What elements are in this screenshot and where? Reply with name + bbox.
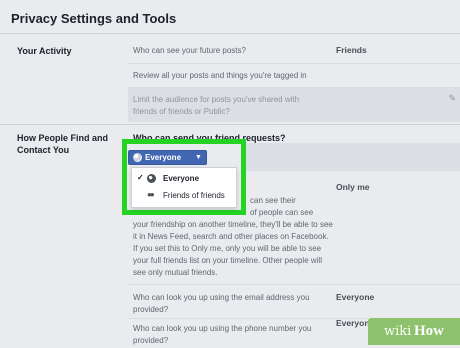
future-posts-value: Friends [336,45,367,55]
dropdown-option-label: Everyone [163,174,200,183]
section-label-your-activity: Your Activity [17,46,72,56]
checkmark-icon: ✓ [137,173,144,182]
wikihow-watermark: wiki How [368,318,460,345]
future-posts-question[interactable]: Who can see your future posts? [133,45,246,58]
row-divider [128,284,460,285]
email-lookup-question-line-1[interactable]: Who can look you up using the email addr… [133,292,310,305]
audience-dropdown-menu: ✓ Everyone ●● Friends of friends [131,167,237,208]
caret-down-icon: ▼ [195,154,202,161]
edit-pencil-icon[interactable]: ✎ [448,93,456,104]
limit-audience-line-2: friends of friends or Public? [133,107,230,116]
email-lookup-question-line-2: provided? [133,305,169,314]
audience-selector-button[interactable]: Everyone ▼ [128,150,207,165]
limit-audience-line-1: Limit the audience for posts you've shar… [133,95,300,104]
dropdown-option-everyone[interactable]: ✓ Everyone [132,171,236,187]
audience-selector-label: Everyone [145,153,182,162]
header-divider [0,33,460,34]
section-label-line-2: Contact You [17,145,70,155]
friend-list-desc-line: see only mutual friends. [133,268,218,277]
phone-lookup-question-line-2: provided? [133,336,169,345]
page-title: Privacy Settings and Tools [11,11,177,26]
friend-requests-row-shade [246,143,460,171]
row-divider [128,63,460,64]
row-divider [128,318,368,319]
globe-icon [147,174,156,183]
phone-lookup-question-line-1[interactable]: Who can look you up using the phone numb… [133,323,311,336]
friend-list-desc-fragment: of people can see [250,208,314,217]
friend-list-desc-line: If you set this to Only me, only you wil… [133,244,322,253]
people-icon: ●● [147,190,155,199]
review-posts-link[interactable]: Review all your posts and things you're … [133,70,307,83]
email-lookup-value: Everyone [336,292,375,302]
watermark-how: How [414,323,444,339]
section-divider [0,124,460,125]
friend-list-desc-line: your full friends list on your timeline.… [133,256,322,265]
dropdown-option-friends-of-friends[interactable]: ●● Friends of friends [132,188,236,204]
friend-list-desc-fragment: can see their [250,196,296,205]
globe-icon [133,153,142,162]
watermark-wiki: wiki [384,324,412,339]
friend-list-desc-line: it in News Feed, search and other places… [133,232,329,241]
friend-list-desc-line: your friendship on another timeline, the… [133,220,333,229]
dropdown-option-label: Friends of friends [163,191,225,200]
friend-list-value: Only me [336,182,370,192]
